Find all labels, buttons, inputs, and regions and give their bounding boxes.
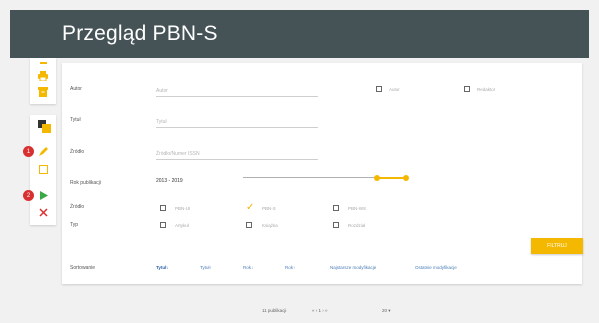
notification-badge-1: 1 — [23, 146, 34, 157]
pbn-ui-checkbox[interactable] — [160, 205, 166, 211]
pbn-s-check-icon[interactable]: ✓ — [246, 203, 254, 213]
pbn-ws-checkbox[interactable] — [333, 205, 339, 211]
ksiazka-label: Książka — [262, 223, 278, 228]
copy-icon[interactable] — [37, 119, 51, 133]
zrodlo-input[interactable]: Źródło/Numer ISSN — [156, 147, 318, 160]
tytul-placeholder: Tytuł — [156, 119, 167, 125]
rozdzial-checkbox[interactable] — [333, 222, 339, 228]
print-icon[interactable] — [37, 70, 49, 82]
play-icon[interactable] — [37, 189, 49, 201]
toolbar-side — [30, 115, 56, 225]
page-title: Przegląd PBN-S — [62, 22, 218, 45]
per-page-select[interactable]: 20 ▾ — [382, 308, 391, 314]
square-icon[interactable] — [37, 163, 49, 175]
artykul-checkbox[interactable] — [160, 222, 166, 228]
pbn-ui-label: PBN-UI — [175, 206, 191, 211]
archive-icon[interactable] — [37, 86, 49, 98]
zrodlo-placeholder: Źródło/Numer ISSN — [156, 151, 200, 157]
autor-checkbox-label: Autor — [389, 87, 400, 92]
rok-label: Rok publikacji — [70, 180, 101, 186]
artykul-label: Artykuł — [175, 223, 189, 228]
year-slider-min-handle[interactable] — [374, 175, 380, 181]
ksiazka-checkbox[interactable] — [246, 222, 252, 228]
sort-oldest-modified[interactable]: Najstarsze modyfikacje — [330, 265, 376, 270]
autor-checkbox[interactable] — [376, 86, 382, 92]
minus-icon[interactable] — [38, 60, 48, 66]
autor-placeholder: Autor — [156, 88, 168, 94]
year-slider-range — [377, 177, 406, 179]
result-count: 11 publikacji — [262, 308, 287, 313]
sort-year-asc[interactable]: Rok↑ — [285, 265, 295, 270]
close-icon[interactable] — [37, 206, 49, 218]
filter-panel — [62, 63, 582, 284]
sort-year-desc[interactable]: Rok↓ — [243, 265, 253, 270]
pagination-controls[interactable]: « ‹ 1 › » — [312, 308, 328, 313]
rok-value: 2013 - 2019 — [156, 178, 183, 184]
sort-latest-modified[interactable]: Ostatnie modyfikacje — [415, 265, 457, 270]
redaktor-checkbox[interactable] — [464, 86, 470, 92]
sort-title-desc[interactable]: Tytuł↓ — [156, 265, 169, 270]
rozdzial-label: Rozdział — [348, 223, 366, 228]
pbn-s-label: PBN-S — [262, 206, 276, 211]
autor-input[interactable]: Autor — [156, 84, 318, 97]
notification-badge-2: 2 — [23, 190, 34, 201]
tytul-input[interactable]: Tytuł — [156, 115, 318, 128]
zrodlo-opts-label: Źródło — [70, 204, 85, 210]
redaktor-checkbox-label: Redaktor — [477, 87, 496, 92]
zrodlo-label: Źródło — [70, 149, 85, 155]
sort-label: Sortowanie — [70, 265, 96, 271]
year-slider-max-handle[interactable] — [403, 175, 409, 181]
filter-button[interactable]: FILTRUJ — [531, 238, 583, 254]
typ-label: Typ — [70, 222, 79, 228]
autor-label: Autor — [70, 86, 82, 92]
tytul-label: Tytuł — [70, 117, 81, 123]
toolbar-top — [30, 58, 56, 104]
edit-icon[interactable] — [37, 145, 49, 157]
sort-title-asc[interactable]: Tytuł↑ — [200, 265, 212, 270]
app-header: Przegląd PBN-S — [10, 10, 589, 58]
pbn-ws-label: PBN-WS — [348, 206, 366, 211]
year-slider-track[interactable] — [243, 177, 377, 178]
